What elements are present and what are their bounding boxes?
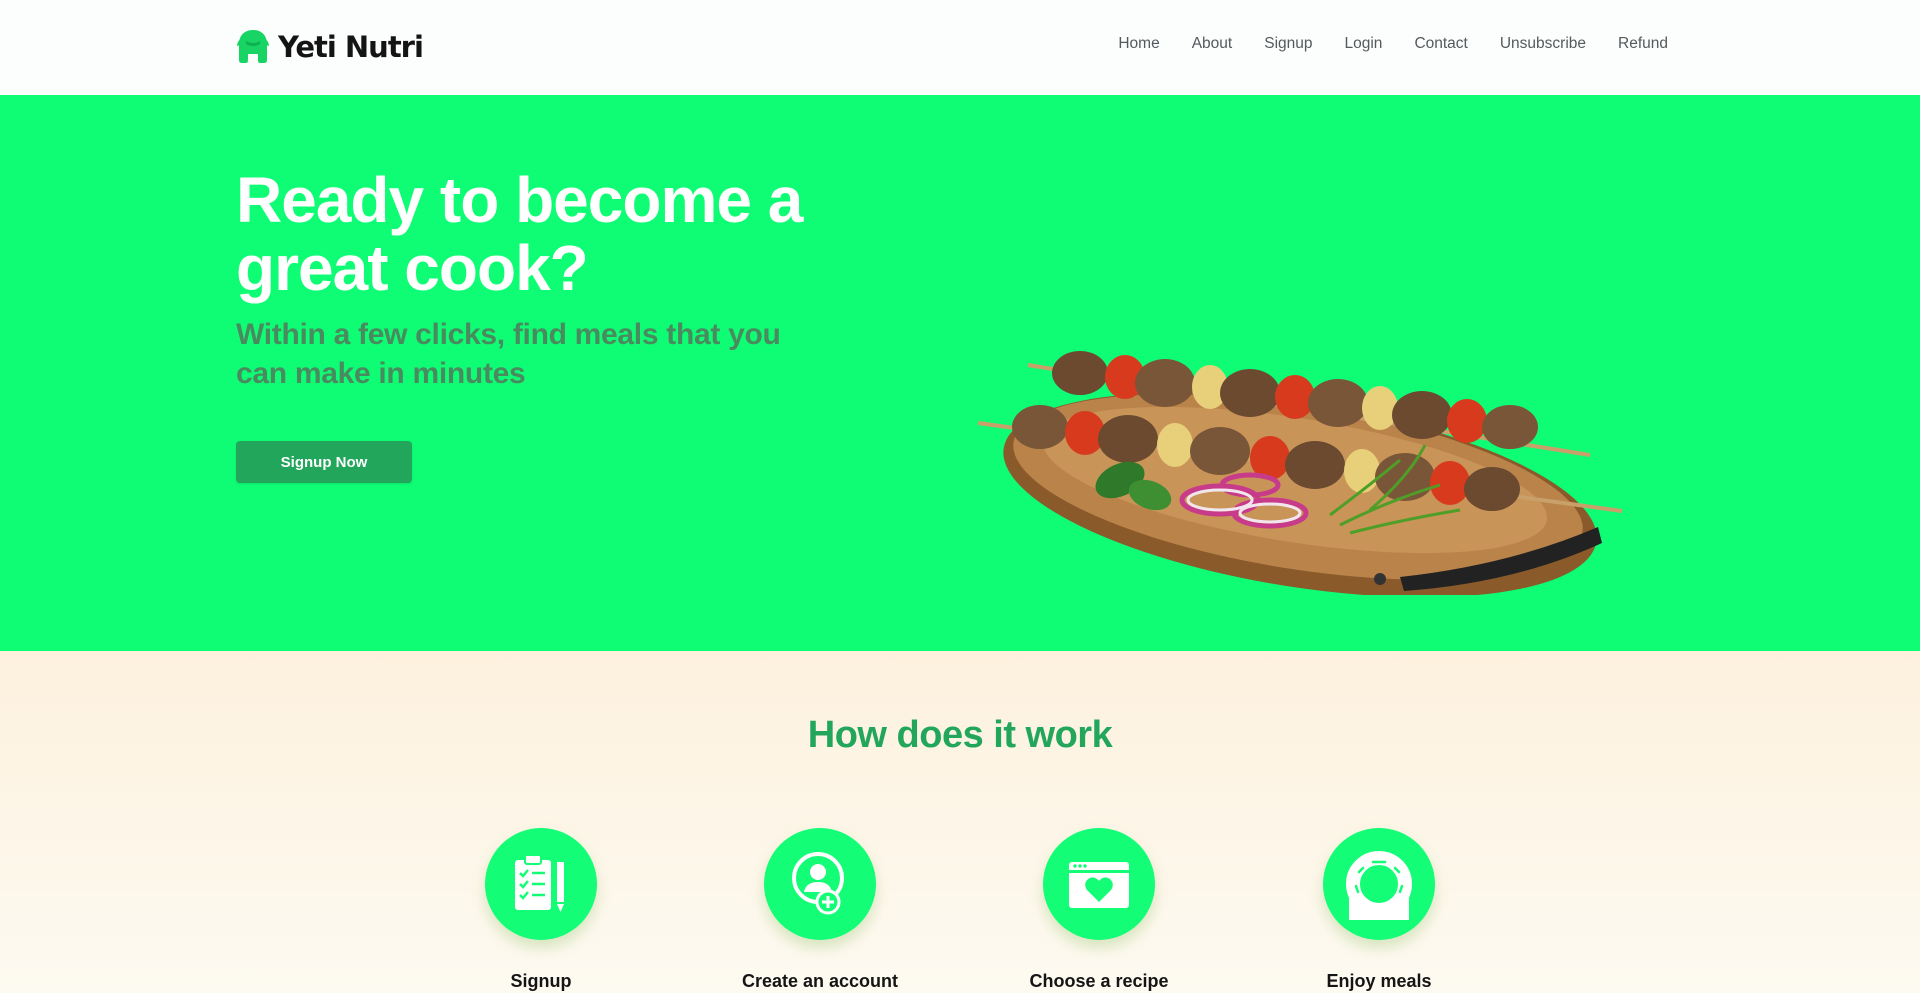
step-signup: Signup [421, 828, 661, 993]
signup-now-button[interactable]: Signup Now [236, 441, 412, 483]
brand-link[interactable]: Yeti Nutri [236, 29, 424, 65]
how-it-works-title: How does it work [807, 714, 1113, 756]
nav-link-unsubscribe[interactable]: Unsubscribe [1500, 33, 1586, 55]
step-signup-badge [485, 828, 597, 940]
step-create-account-label: Create an account [741, 971, 899, 991]
browser-heart-icon [1069, 862, 1129, 908]
step-create-account: Create an account [700, 828, 940, 993]
nav-link-refund[interactable]: Refund [1618, 33, 1668, 55]
step-choose-recipe: Choose a recipe [979, 828, 1219, 993]
add-user-icon [792, 852, 844, 915]
yeti-logo-icon [237, 30, 269, 63]
nav-link-home[interactable]: Home [1118, 33, 1159, 55]
step-enjoy-meals-badge [1323, 828, 1435, 940]
main-nav: Home About Signup Login Contact Unsubscr… [1118, 33, 1668, 55]
how-it-works-section: How does it work Signup Create an accoun… [0, 651, 1920, 993]
nav-link-signup[interactable]: Signup [1264, 33, 1312, 55]
clipboard-checklist-icon [515, 854, 564, 912]
hero-title: Ready to become a great cook? [236, 164, 803, 304]
step-signup-label: Signup [510, 971, 572, 991]
nav-link-contact[interactable]: Contact [1414, 33, 1467, 55]
site-header: Yeti Nutri Home About Signup Login Conta… [0, 0, 1920, 95]
hero-section: Ready to become a great cook? Within a f… [0, 95, 1920, 651]
kebab-platter-image [977, 351, 1623, 595]
donut-icon [1346, 851, 1412, 920]
hero-subtitle: Within a few clicks, find meals that you… [236, 318, 781, 390]
step-create-account-badge [764, 828, 876, 940]
step-enjoy-meals-label: Enjoy meals [1326, 971, 1432, 991]
nav-link-about[interactable]: About [1192, 33, 1233, 55]
step-choose-recipe-label: Choose a recipe [1029, 971, 1169, 991]
nav-link-login[interactable]: Login [1345, 33, 1383, 55]
brand-name: Yeti Nutri [278, 30, 424, 64]
step-choose-recipe-badge [1043, 828, 1155, 940]
step-enjoy-meals: Enjoy meals [1259, 828, 1499, 993]
